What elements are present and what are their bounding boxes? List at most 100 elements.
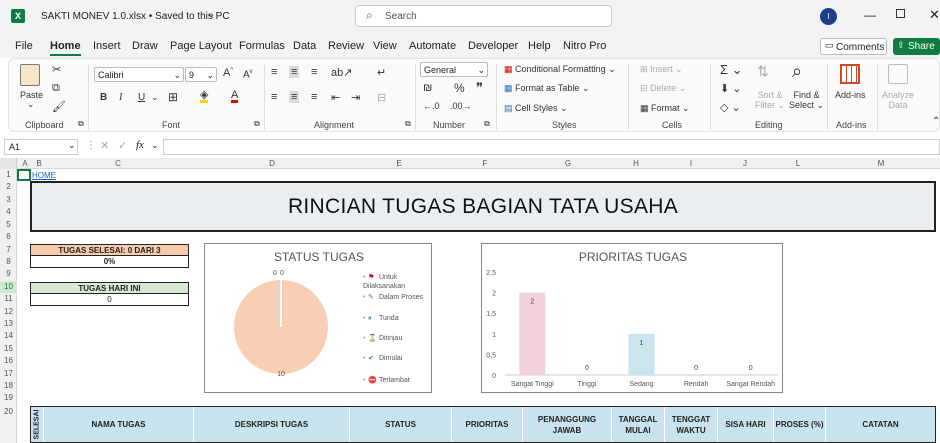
excel-logo-icon[interactable]: X bbox=[11, 9, 25, 23]
search-box[interactable]: ⌕ Search bbox=[355, 5, 612, 27]
merge-center-icon[interactable]: ⊟ bbox=[377, 91, 386, 104]
formula-input[interactable] bbox=[163, 139, 940, 155]
number-format-select[interactable]: General ⌄ bbox=[420, 62, 488, 77]
align-bottom-icon[interactable]: ≡ bbox=[311, 66, 317, 78]
avatar[interactable]: I bbox=[820, 8, 837, 25]
col-header-selesai[interactable]: SELESAI bbox=[31, 407, 43, 442]
col-header-prioritas[interactable]: PRIORITAS bbox=[451, 407, 522, 442]
menu-page-layout[interactable]: Page Layout bbox=[170, 40, 232, 52]
copy-icon[interactable]: ⧉ bbox=[52, 82, 60, 95]
row-header-13[interactable]: 13 bbox=[0, 318, 17, 330]
home-link[interactable]: HOME bbox=[32, 171, 56, 180]
column-header-f[interactable]: F bbox=[480, 159, 490, 168]
column-header-b[interactable]: B bbox=[34, 159, 44, 168]
borders-icon[interactable]: ⊞ bbox=[168, 90, 178, 104]
row-header-16[interactable]: 16 bbox=[0, 355, 17, 367]
fill-icon[interactable]: ⬇ ⌄ bbox=[720, 82, 742, 95]
accounting-icon[interactable]: ₪ bbox=[423, 82, 432, 94]
number-launcher-icon[interactable]: ⧉ bbox=[484, 119, 490, 129]
add-ins-icon[interactable] bbox=[840, 64, 860, 84]
ribbon-collapse-icon[interactable]: ⌃ bbox=[932, 116, 940, 127]
menu-home[interactable]: Home bbox=[50, 40, 81, 56]
document-title[interactable]: SAKTI MONEV 1.0.xlsx • Saved to this PC bbox=[41, 11, 230, 22]
decrease-decimal-icon[interactable]: .00→ bbox=[450, 101, 472, 111]
name-box-chevron-icon[interactable]: ⌄ bbox=[68, 140, 76, 151]
priority-chart[interactable]: PRIORITAS TUGAS 0 0,5 1 1,5 2 2,5 2 Sangat Ting… bbox=[481, 243, 783, 393]
analyze-data-icon[interactable] bbox=[888, 64, 908, 84]
comments-button[interactable]: ▭ Comments bbox=[820, 38, 887, 55]
format-as-table-button[interactable]: ▦ Format as Table ⌄ bbox=[504, 83, 589, 94]
find-select-icon[interactable]: ⌕ bbox=[792, 61, 802, 82]
menu-review[interactable]: Review bbox=[328, 40, 364, 52]
menu-file[interactable]: File bbox=[15, 40, 33, 52]
percent-icon[interactable]: % bbox=[454, 81, 465, 95]
column-header-e[interactable]: E bbox=[394, 159, 404, 168]
column-header-d[interactable]: D bbox=[267, 159, 277, 168]
row-header-7[interactable]: 7 bbox=[0, 244, 17, 256]
menu-data[interactable]: Data bbox=[293, 40, 316, 52]
underline-button[interactable]: U bbox=[138, 92, 145, 103]
paste-icon[interactable] bbox=[20, 64, 40, 86]
column-header-h[interactable]: H bbox=[631, 159, 641, 168]
increase-indent-icon[interactable]: ⇥ bbox=[351, 91, 360, 104]
orientation-icon[interactable]: ab↗ bbox=[331, 66, 352, 79]
menu-draw[interactable]: Draw bbox=[132, 40, 158, 52]
bold-button[interactable]: B bbox=[100, 92, 107, 103]
row-header-18[interactable]: 18 bbox=[0, 380, 17, 392]
col-header-deskripsi[interactable]: DESKRIPSI TUGAS bbox=[193, 407, 349, 442]
font-color-icon[interactable]: A bbox=[231, 90, 239, 103]
menu-nitro-pro[interactable]: Nitro Pro bbox=[563, 40, 606, 52]
menu-developer[interactable]: Developer bbox=[468, 40, 518, 52]
row-header-14[interactable]: 14 bbox=[0, 330, 17, 342]
align-right-icon[interactable]: ≡ bbox=[311, 91, 317, 103]
cancel-icon[interactable]: ✕ bbox=[100, 139, 109, 152]
restore-icon[interactable] bbox=[896, 9, 905, 18]
column-header-j[interactable]: J bbox=[740, 159, 750, 168]
menu-view[interactable]: View bbox=[373, 40, 397, 52]
alignment-launcher-icon[interactable]: ⧉ bbox=[405, 119, 411, 129]
autosum-icon[interactable]: Σ ⌄ bbox=[720, 62, 743, 78]
clear-icon[interactable]: ◇ ⌄ bbox=[720, 101, 741, 114]
column-header-l[interactable]: L bbox=[793, 159, 803, 168]
col-header-catatan[interactable]: CATATAN bbox=[825, 407, 935, 442]
align-top-icon[interactable]: ≡ bbox=[271, 66, 277, 78]
row-header-10[interactable]: 10 bbox=[0, 281, 17, 293]
row-header-5[interactable]: 5 bbox=[0, 219, 17, 231]
italic-button[interactable]: I bbox=[119, 92, 122, 103]
fx-chevron-icon[interactable]: ⌄ bbox=[151, 140, 159, 151]
column-header-a[interactable]: A bbox=[20, 159, 30, 168]
col-header-tanggal-mulai[interactable]: TANGGAL MULAI bbox=[611, 407, 664, 442]
comma-style-icon[interactable]: ❞ bbox=[476, 80, 483, 96]
format-cells-button[interactable]: ▦ Format ⌄ bbox=[640, 103, 690, 114]
col-header-status[interactable]: STATUS bbox=[349, 407, 451, 442]
row-header-8[interactable]: 8 bbox=[0, 256, 17, 268]
share-button[interactable]: ⇪ Share bbox=[893, 38, 940, 55]
row-header-17[interactable]: 17 bbox=[0, 368, 17, 380]
selected-cell-a1[interactable] bbox=[17, 169, 31, 181]
row-header-11[interactable]: 11 bbox=[0, 293, 17, 305]
fill-color-icon[interactable]: ◈ bbox=[200, 90, 209, 103]
menu-help[interactable]: Help bbox=[528, 40, 551, 52]
name-box[interactable]: A1 bbox=[4, 139, 78, 155]
row-header-4[interactable]: 4 bbox=[0, 206, 17, 218]
row-header-12[interactable]: 12 bbox=[0, 306, 17, 318]
increase-font-icon[interactable]: A^ bbox=[223, 67, 233, 79]
more-icon[interactable]: ⋮ bbox=[86, 140, 96, 151]
analyze-data-label[interactable]: Analyze Data bbox=[882, 90, 914, 110]
row-header-19[interactable]: 19 bbox=[0, 392, 17, 404]
column-header-g[interactable]: G bbox=[563, 159, 573, 168]
row-header-2[interactable]: 2 bbox=[0, 181, 17, 193]
menu-formulas[interactable]: Formulas bbox=[239, 40, 285, 52]
close-icon[interactable]: ✕ bbox=[929, 7, 940, 23]
col-header-tenggat-waktu[interactable]: TENGGAT WAKTU bbox=[664, 407, 717, 442]
col-header-proses[interactable]: PROSES (%) bbox=[773, 407, 825, 442]
decrease-indent-icon[interactable]: ⇤ bbox=[331, 91, 340, 104]
align-left-icon[interactable]: ≡ bbox=[271, 91, 277, 103]
add-ins-label[interactable]: Add-ins bbox=[835, 90, 866, 100]
row-header-15[interactable]: 15 bbox=[0, 343, 17, 355]
clipboard-launcher-icon[interactable]: ⧉ bbox=[78, 119, 84, 129]
col-header-sisa-hari[interactable]: SISA HARI bbox=[717, 407, 773, 442]
menu-insert[interactable]: Insert bbox=[93, 40, 121, 52]
title-chevron-icon[interactable]: ⌄ bbox=[207, 9, 215, 20]
insert-function-icon[interactable]: fx bbox=[136, 139, 144, 151]
